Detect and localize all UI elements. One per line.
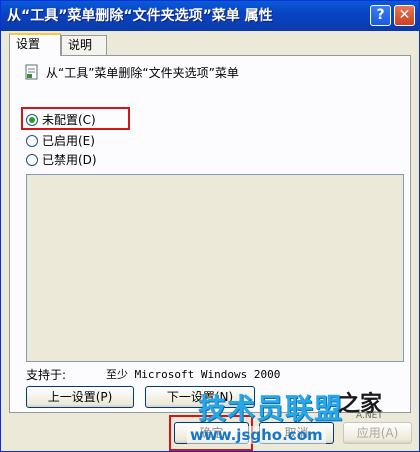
- help-button[interactable]: ?: [370, 5, 391, 26]
- tab-explain-label: 说明: [68, 38, 93, 52]
- option-disabled-label: 已禁用(D): [42, 153, 97, 167]
- policy-setting-icon: [25, 64, 38, 80]
- settings-panel: 从“工具”菜单删除“文件夹选项”菜单 未配置(C) 已启用(E) 已禁用(D) …: [9, 55, 411, 413]
- supported-on-value: 至少 Microsoft Windows 2000: [106, 368, 281, 381]
- tab-settings-label: 设置: [16, 37, 41, 51]
- window-title: 从“工具”菜单删除“文件夹选项”菜单 属性: [7, 8, 273, 24]
- properties-dialog: 从“工具”菜单删除“文件夹选项”菜单 属性 ? ✕ 设置 说明 从“工具”菜单删…: [0, 0, 420, 452]
- policy-title: 从“工具”菜单删除“文件夹选项”菜单: [46, 66, 239, 80]
- tab-explain[interactable]: 说明: [61, 35, 107, 55]
- close-button[interactable]: ✕: [394, 5, 415, 26]
- radio-disabled[interactable]: [26, 154, 38, 166]
- supported-on-label: 支持于:: [26, 368, 67, 382]
- watermark-badge: A.NET: [356, 411, 383, 421]
- setting-description-area: [26, 174, 404, 362]
- previous-setting-button[interactable]: 上一设置(P): [26, 386, 134, 408]
- radio-enabled[interactable]: [26, 135, 38, 147]
- annotation-highlight-option: [21, 107, 130, 130]
- tab-settings[interactable]: 设置: [9, 33, 61, 56]
- supported-on-row: 支持于: 至少 Microsoft Windows 2000: [26, 366, 406, 382]
- title-bar[interactable]: 从“工具”菜单删除“文件夹选项”菜单 属性 ? ✕: [1, 1, 419, 31]
- watermark-url: www.jsgho.com: [187, 426, 326, 444]
- watermark-brand: 技术员联盟: [198, 392, 344, 425]
- apply-button[interactable]: 应用(A): [343, 422, 412, 444]
- option-enabled-label: 已启用(E): [42, 134, 95, 148]
